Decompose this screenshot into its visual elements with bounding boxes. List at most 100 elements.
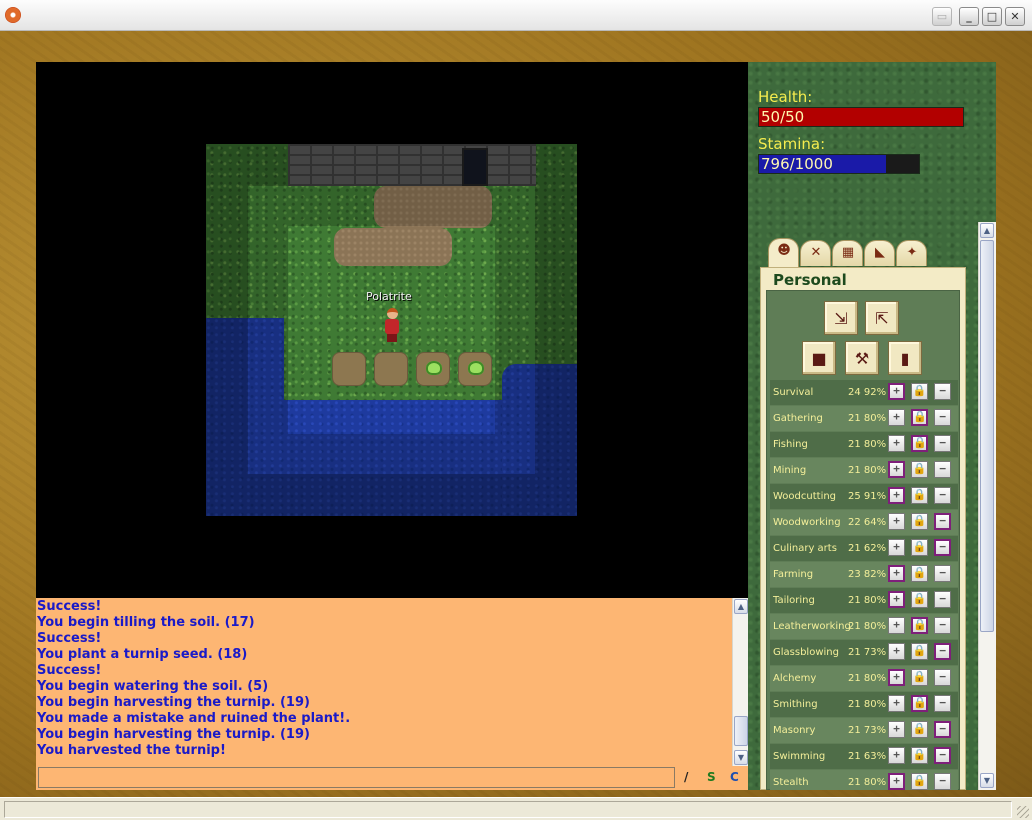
skill-row: Survival 24 92% + 🔒 − bbox=[770, 380, 958, 405]
skill-value: 21 80% bbox=[848, 413, 887, 424]
craft-tool-button[interactable]: ⚒ bbox=[845, 341, 879, 375]
skill-raise-button[interactable]: + bbox=[888, 747, 905, 764]
skill-raise-button[interactable]: + bbox=[888, 565, 905, 582]
skill-raise-button[interactable]: + bbox=[888, 487, 905, 504]
scroll-thumb[interactable] bbox=[980, 240, 994, 632]
scroll-up-icon[interactable]: ▲ bbox=[980, 223, 994, 238]
skill-lower-button[interactable]: − bbox=[934, 409, 951, 426]
skill-row: Masonry 21 73% + 🔒 − bbox=[770, 718, 958, 743]
skill-lock-button[interactable]: 🔒 bbox=[911, 409, 928, 426]
skill-raise-button[interactable]: + bbox=[888, 383, 905, 400]
slash-command-button[interactable]: / bbox=[684, 770, 688, 784]
chat-input[interactable] bbox=[38, 767, 675, 788]
player-avatar[interactable] bbox=[384, 308, 400, 342]
skill-lock-button[interactable]: 🔒 bbox=[911, 435, 928, 452]
skill-raise-button[interactable]: + bbox=[888, 409, 905, 426]
health-value: 50/50 bbox=[761, 108, 805, 126]
game-viewport[interactable]: Polatrite bbox=[36, 62, 748, 598]
scroll-down-icon[interactable]: ▼ bbox=[980, 773, 994, 788]
backpack-tool-button[interactable]: ■ bbox=[802, 341, 836, 375]
skill-lower-button[interactable]: − bbox=[934, 487, 951, 504]
skill-lower-button[interactable]: − bbox=[934, 643, 951, 660]
skill-row: Fishing 21 80% + 🔒 − bbox=[770, 432, 958, 457]
tab-crafting[interactable]: ✕ bbox=[800, 240, 831, 266]
skill-lock-button[interactable]: 🔒 bbox=[911, 565, 928, 582]
skill-lower-button[interactable]: − bbox=[934, 435, 951, 452]
world-map[interactable]: Polatrite bbox=[206, 144, 577, 516]
tab-combat[interactable]: ✦ bbox=[896, 240, 927, 266]
skill-lower-button[interactable]: − bbox=[934, 669, 951, 686]
skill-row: Woodworking 22 64% + 🔒 − bbox=[770, 510, 958, 535]
skill-lock-button[interactable]: 🔒 bbox=[911, 539, 928, 556]
skill-lock-button[interactable]: 🔒 bbox=[911, 669, 928, 686]
skill-lock-button[interactable]: 🔒 bbox=[911, 773, 928, 790]
skill-lower-button[interactable]: − bbox=[934, 747, 951, 764]
skill-name: Alchemy bbox=[773, 673, 817, 684]
side-panel-scrollbar[interactable]: ▲ ▼ bbox=[978, 222, 996, 790]
stats-tool-button[interactable]: ▮ bbox=[888, 341, 922, 375]
skill-lower-button[interactable]: − bbox=[934, 695, 951, 712]
say-channel-button[interactable]: S bbox=[707, 770, 716, 784]
skill-raise-button[interactable]: + bbox=[888, 721, 905, 738]
skill-value: 21 80% bbox=[848, 439, 887, 450]
skill-lock-button[interactable]: 🔒 bbox=[911, 721, 928, 738]
skill-lock-button[interactable]: 🔒 bbox=[911, 513, 928, 530]
skill-lock-button[interactable]: 🔒 bbox=[911, 383, 928, 400]
skill-name: Tailoring bbox=[773, 595, 815, 606]
skill-value: 21 80% bbox=[848, 673, 887, 684]
skill-raise-button[interactable]: + bbox=[888, 773, 905, 790]
skill-value: 25 91% bbox=[848, 491, 887, 502]
skill-raise-button[interactable]: + bbox=[888, 435, 905, 452]
resize-grip-icon[interactable] bbox=[1017, 806, 1029, 818]
skill-raise-button[interactable]: + bbox=[888, 695, 905, 712]
tab-map[interactable]: ▦ bbox=[832, 240, 863, 266]
skill-lower-button[interactable]: − bbox=[934, 773, 951, 790]
skill-name: Survival bbox=[773, 387, 814, 398]
app-icon[interactable] bbox=[5, 7, 21, 23]
skill-lock-button[interactable]: 🔒 bbox=[911, 617, 928, 634]
close-button[interactable]: ✕ bbox=[1005, 7, 1025, 26]
scroll-thumb[interactable] bbox=[734, 716, 748, 746]
skill-lock-button[interactable]: 🔒 bbox=[911, 747, 928, 764]
skill-row: Glassblowing 21 73% + 🔒 − bbox=[770, 640, 958, 665]
skill-lower-button[interactable]: − bbox=[934, 461, 951, 478]
skill-raise-button[interactable]: + bbox=[888, 539, 905, 556]
transfer-out-tool-button[interactable]: ⇱ bbox=[865, 301, 899, 335]
skill-lower-button[interactable]: − bbox=[934, 513, 951, 530]
skill-lock-button[interactable]: 🔒 bbox=[911, 461, 928, 478]
skill-name: Fishing bbox=[773, 439, 808, 450]
transfer-in-tool-button[interactable]: ⇲ bbox=[824, 301, 858, 335]
skill-lock-button[interactable]: 🔒 bbox=[911, 643, 928, 660]
scroll-up-icon[interactable]: ▲ bbox=[734, 599, 748, 614]
chat-channel-button[interactable]: C bbox=[730, 770, 739, 784]
skill-raise-button[interactable]: + bbox=[888, 461, 905, 478]
skill-lower-button[interactable]: − bbox=[934, 383, 951, 400]
skill-value: 21 63% bbox=[848, 751, 887, 762]
tab-inventory[interactable]: ◣ bbox=[864, 240, 895, 266]
tools-icon: ⚒ bbox=[854, 349, 870, 368]
skill-raise-button[interactable]: + bbox=[888, 617, 905, 634]
tab-character[interactable]: ☻ bbox=[768, 238, 799, 268]
skill-lower-button[interactable]: − bbox=[934, 539, 951, 556]
skill-lock-button[interactable]: 🔒 bbox=[911, 591, 928, 608]
skill-raise-button[interactable]: + bbox=[888, 513, 905, 530]
skill-name: Gathering bbox=[773, 413, 823, 424]
skill-raise-button[interactable]: + bbox=[888, 643, 905, 660]
skill-name: Swimming bbox=[773, 751, 826, 762]
minimize-button[interactable]: _ bbox=[959, 7, 979, 26]
bar-chart-icon: ▮ bbox=[900, 349, 910, 368]
skill-row: Woodcutting 25 91% + 🔒 − bbox=[770, 484, 958, 509]
skill-lower-button[interactable]: − bbox=[934, 617, 951, 634]
skill-lock-button[interactable]: 🔒 bbox=[911, 487, 928, 504]
skill-name: Stealth bbox=[773, 777, 809, 788]
skill-raise-button[interactable]: + bbox=[888, 591, 905, 608]
skill-row: Tailoring 21 80% + 🔒 − bbox=[770, 588, 958, 613]
skill-lock-button[interactable]: 🔒 bbox=[911, 695, 928, 712]
skill-lower-button[interactable]: − bbox=[934, 591, 951, 608]
scroll-down-icon[interactable]: ▼ bbox=[734, 750, 748, 765]
skill-lower-button[interactable]: − bbox=[934, 565, 951, 582]
skill-lower-button[interactable]: − bbox=[934, 721, 951, 738]
skill-raise-button[interactable]: + bbox=[888, 669, 905, 686]
chat-scrollbar[interactable]: ▲ ▼ bbox=[732, 598, 748, 766]
maximize-button[interactable]: □ bbox=[982, 7, 1002, 26]
